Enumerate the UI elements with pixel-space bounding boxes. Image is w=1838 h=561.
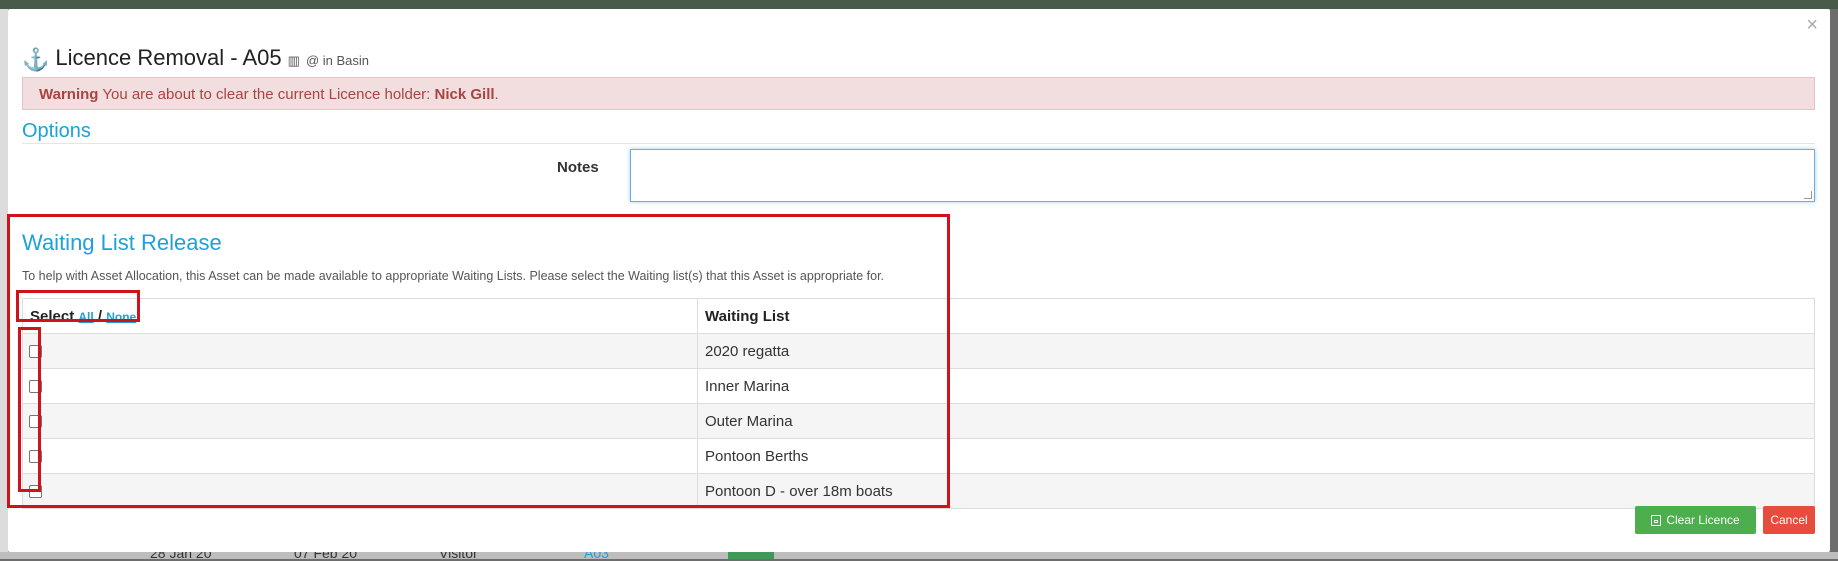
waiting-list-checkbox[interactable] bbox=[29, 345, 42, 359]
background-header bbox=[0, 0, 1838, 9]
checkbox-cell bbox=[22, 438, 698, 474]
warning-end: . bbox=[494, 86, 499, 103]
waiting-list-column-header: Waiting List bbox=[697, 298, 1815, 334]
waiting-list-checkbox[interactable] bbox=[29, 450, 42, 464]
select-none-link[interactable]: None bbox=[106, 310, 136, 324]
licence-removal-modal: × ⚓ Licence Removal - A05 ▥ @ in Basin W… bbox=[8, 9, 1830, 552]
waiting-list-name: Pontoon Berths bbox=[697, 438, 1815, 474]
waiting-list-name: Outer Marina bbox=[697, 403, 1815, 439]
select-all-link[interactable]: All bbox=[78, 310, 93, 324]
notes-textarea[interactable] bbox=[630, 149, 1815, 202]
warning-label: Warning bbox=[39, 86, 99, 103]
checkbox-cell bbox=[22, 368, 698, 404]
save-icon bbox=[1651, 514, 1662, 526]
waiting-list-table: Select All / None Waiting List 2020 rega… bbox=[22, 298, 1815, 509]
waiting-list-checkbox[interactable] bbox=[29, 415, 42, 429]
cancel-label: Cancel bbox=[1770, 513, 1808, 527]
select-separator: / bbox=[97, 307, 103, 325]
table-row: Pontoon Berths bbox=[22, 438, 1815, 474]
waiting-list-description: To help with Asset Allocation, this Asse… bbox=[22, 269, 885, 283]
modal-title-text: Licence Removal - A05 bbox=[55, 45, 282, 70]
table-row: 2020 regatta bbox=[22, 333, 1815, 369]
warning-alert: Warning You are about to clear the curre… bbox=[22, 77, 1815, 110]
waiting-list-name: 2020 regatta bbox=[697, 333, 1815, 369]
notes-label: Notes bbox=[557, 159, 599, 176]
modal-title: ⚓ Licence Removal - A05 ▥ @ in Basin bbox=[22, 45, 369, 72]
waiting-list-heading: Waiting List Release bbox=[22, 230, 222, 255]
cancel-button[interactable]: Cancel bbox=[1763, 506, 1815, 534]
resize-handle-icon[interactable] bbox=[1804, 191, 1812, 199]
checkbox-cell bbox=[22, 473, 698, 509]
waiting-list-name: Pontoon D - over 18m boats bbox=[697, 473, 1815, 509]
building-icon: ▥ bbox=[287, 53, 300, 68]
select-column-header: Select All / None bbox=[22, 298, 698, 334]
table-header-row: Select All / None Waiting List bbox=[22, 298, 1815, 334]
checkbox-cell bbox=[22, 403, 698, 439]
options-heading: Options bbox=[22, 120, 91, 142]
anchor-icon: ⚓ bbox=[22, 47, 50, 72]
divider bbox=[22, 143, 1815, 144]
table-row: Inner Marina bbox=[22, 368, 1815, 404]
licence-holder-name: Nick Gill bbox=[434, 86, 495, 103]
close-icon[interactable]: × bbox=[1806, 15, 1818, 35]
modal-title-location: @ in Basin bbox=[305, 53, 369, 68]
waiting-list-checkbox[interactable] bbox=[29, 485, 42, 499]
checkbox-cell bbox=[22, 333, 698, 369]
select-label: Select bbox=[30, 307, 75, 325]
clear-licence-label: Clear Licence bbox=[1666, 513, 1740, 527]
warning-text: You are about to clear the current Licen… bbox=[102, 86, 431, 103]
background-page-bottom bbox=[0, 552, 1838, 559]
clear-licence-button[interactable]: Clear Licence bbox=[1635, 506, 1756, 534]
table-row: Outer Marina bbox=[22, 403, 1815, 439]
waiting-list-checkbox[interactable] bbox=[29, 380, 42, 394]
table-row: Pontoon D - over 18m boats bbox=[22, 473, 1815, 509]
waiting-list-name: Inner Marina bbox=[697, 368, 1815, 404]
background-page-edge bbox=[0, 9, 8, 559]
